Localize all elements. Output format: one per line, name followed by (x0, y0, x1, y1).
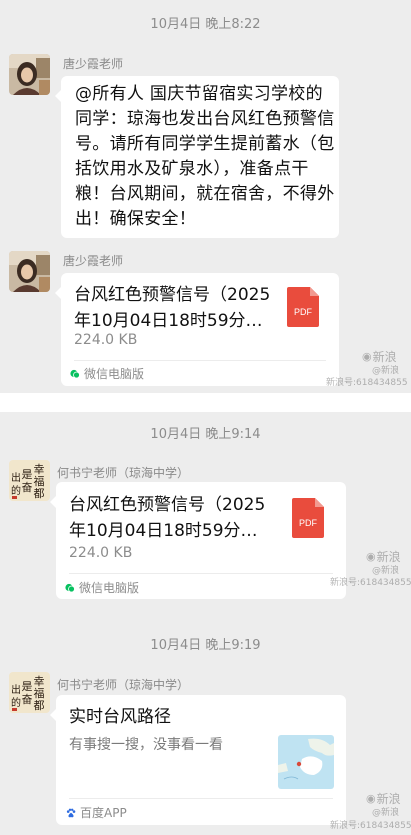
message-bubble[interactable]: @所有人 国庆节留宿实习学校的 同学：琼海也发出台风红色预警信 号。请所有同学学… (55, 76, 339, 238)
teacher-avatar-icon[interactable] (9, 251, 50, 292)
message-line: 出！确保安全！ (75, 209, 197, 229)
timestamp: 10月4日 晚上9:14 (150, 427, 261, 442)
svg-text:奋: 奋 (22, 480, 33, 494)
file-title: 台风红色预警信号（2025 年10月04日18时59分… (74, 285, 271, 331)
svg-text:出: 出 (11, 471, 21, 484)
watermark-handle: @新浪 (372, 566, 400, 576)
timestamp: 10月4日 晚上8:22 (150, 17, 261, 32)
chat-screenshot-1: 10月4日 晚上8:22 唐少霞老师 @所有人 国庆节留宿实习学校的 同学：琼海… (0, 0, 411, 393)
sender-name: 唐少霞老师 (63, 254, 124, 268)
svg-text:的: 的 (11, 484, 21, 497)
card-source: 微信电脑版 (70, 365, 144, 382)
sina-logo-icon: ◉ 新浪 (362, 350, 397, 364)
chat-screenshot-2: 10月4日 晚上9:14 幸 福 都 是 奋 出 的 何书宁老师（琼海中学） 台… (0, 412, 411, 835)
file-size: 224.0 KB (74, 332, 138, 348)
watermark-id: 新浪号:618434855 (330, 578, 411, 588)
sina-logo-icon: ◉ 新浪 (366, 550, 401, 564)
wechat-pc-icon (65, 583, 75, 592)
link-title: 实时台风路径 (69, 707, 171, 727)
svg-text:是: 是 (22, 680, 33, 693)
watermark-id: 新浪号:618434855 (326, 378, 408, 388)
svg-text:福: 福 (34, 686, 45, 700)
svg-text:都: 都 (34, 487, 45, 500)
file-title: 台风红色预警信号（2025 年10月04日18时59分… (69, 495, 266, 541)
pdf-file-icon: PDF (292, 498, 324, 538)
svg-text:奋: 奋 (22, 692, 33, 706)
message-line: 粮！台风期间，就在宿舍，不得外 (75, 184, 335, 204)
pdf-file-icon: PDF (287, 287, 319, 327)
baidu-app-icon (66, 808, 76, 817)
timestamp: 10月4日 晚上9:19 (150, 638, 261, 653)
watermark-id: 新浪号:618434855 (330, 821, 411, 831)
calligraphy-avatar-icon[interactable]: 幸 福 都 是 奋 出 的 (9, 460, 50, 501)
svg-text:的: 的 (11, 696, 21, 709)
message-line: 号。请所有同学学生提前蓄水（包 (75, 134, 335, 154)
sender-name: 何书宁老师（琼海中学） (57, 678, 190, 692)
wechat-pc-icon (70, 369, 80, 378)
file-size: 224.0 KB (69, 545, 133, 561)
message-line: 括饮用水及矿泉水），准备点干 (75, 159, 309, 179)
watermark-handle: @新浪 (372, 366, 400, 376)
sender-name: 唐少霞老师 (63, 57, 124, 71)
file-card[interactable]: 台风红色预警信号（2025 年10月04日18时59分… 224.0 KB PD… (50, 482, 346, 599)
svg-text:PDF: PDF (294, 307, 313, 317)
sina-logo-icon: ◉ 新浪 (366, 792, 401, 806)
card-divider (69, 798, 333, 799)
svg-text:福: 福 (34, 474, 45, 488)
link-card[interactable]: 实时台风路径 有事搜一搜，没事看一看 百度APP (50, 695, 346, 825)
card-divider (69, 573, 333, 574)
watermark-handle: @新浪 (372, 808, 400, 818)
card-divider (74, 360, 326, 361)
link-description: 有事搜一搜，没事看一看 (69, 737, 223, 753)
svg-text:出: 出 (11, 683, 21, 696)
message-line: @所有人 国庆节留宿实习学校的 (75, 84, 323, 104)
sender-name: 何书宁老师（琼海中学） (57, 466, 190, 480)
card-source: 百度APP (66, 804, 127, 821)
file-card[interactable]: 台风红色预警信号（2025 年10月04日18时59分… 224.0 KB PD… (55, 273, 339, 386)
teacher-avatar-icon[interactable] (9, 54, 50, 95)
message-line: 同学：琼海也发出台风红色预警信 (75, 109, 335, 129)
map-thumbnail-icon (278, 735, 334, 789)
card-source: 微信电脑版 (65, 579, 139, 596)
svg-text:是: 是 (22, 468, 33, 481)
svg-text:都: 都 (34, 699, 45, 712)
svg-text:PDF: PDF (299, 518, 318, 528)
calligraphy-avatar-icon[interactable]: 幸 福 都 是 奋 出 的 (9, 672, 50, 713)
